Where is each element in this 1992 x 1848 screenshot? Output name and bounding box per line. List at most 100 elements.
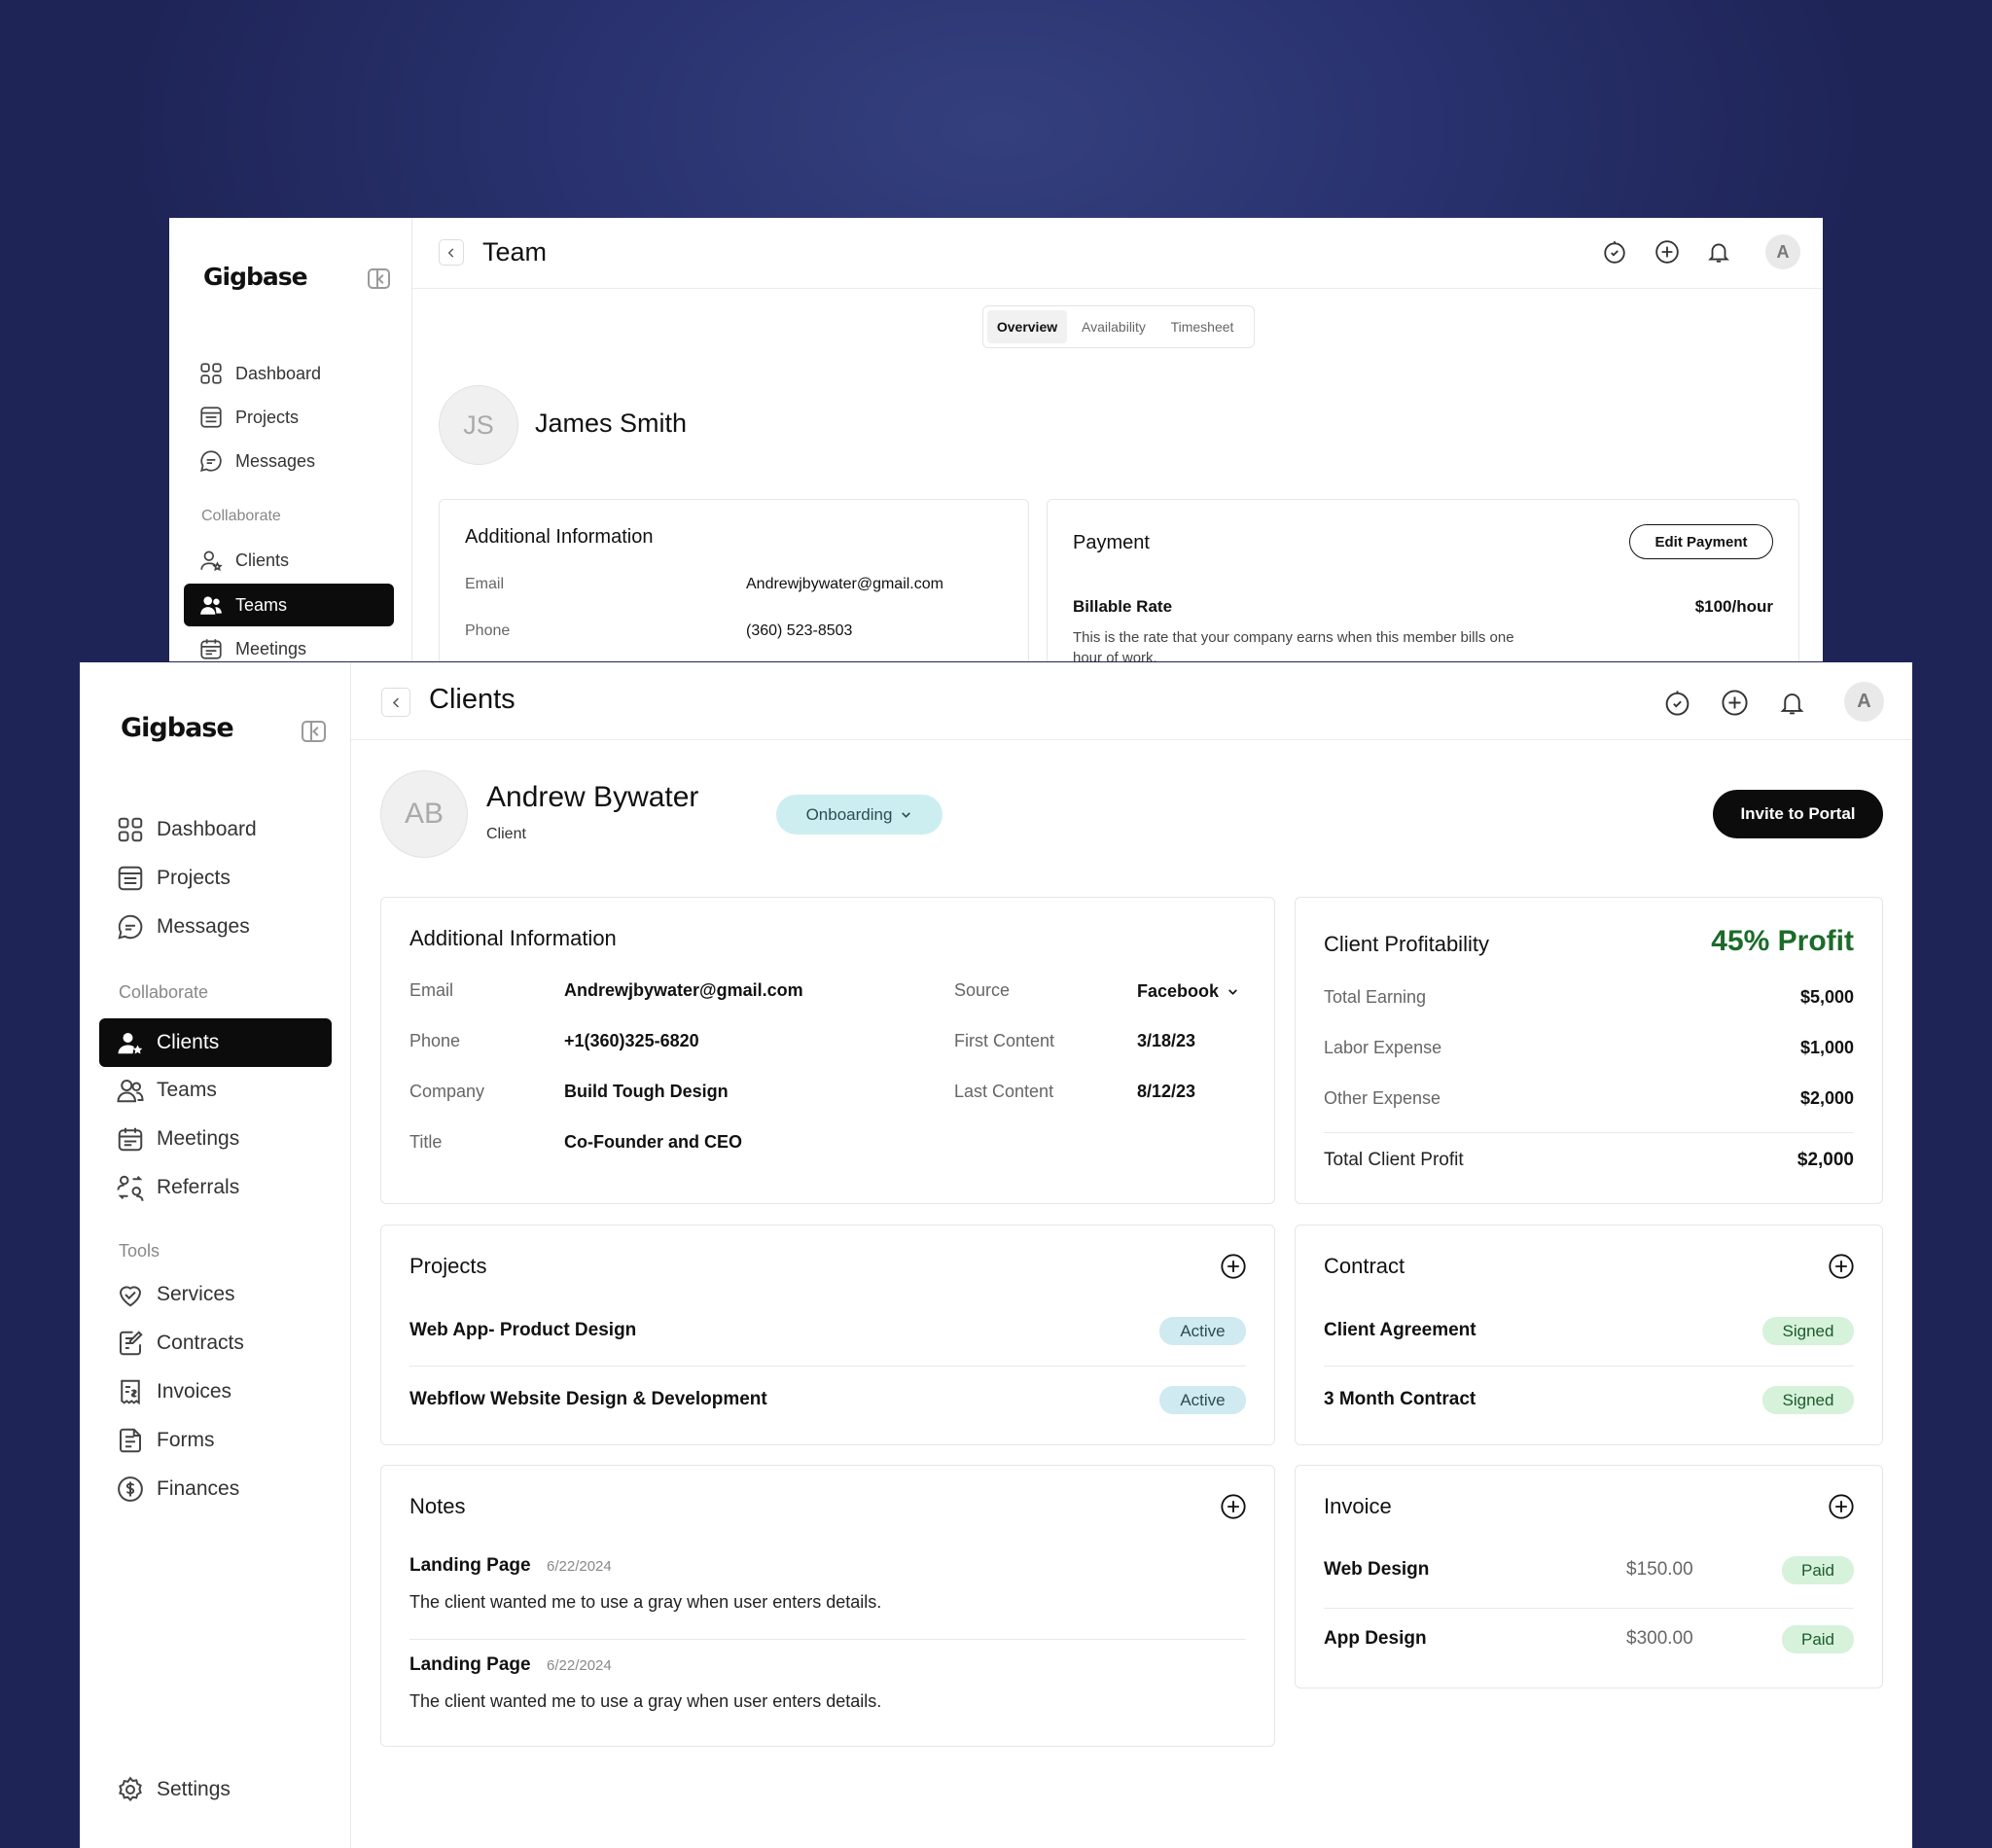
finance-icon — [118, 1476, 143, 1502]
nav-teams[interactable]: Teams — [116, 1073, 217, 1108]
client-icon — [118, 1033, 143, 1054]
payment-card: Payment Edit Payment Billable Rate $100/… — [1047, 499, 1799, 661]
phone-value: (360) 523-8503 — [746, 622, 853, 639]
timer-icon[interactable] — [1662, 688, 1691, 717]
nav-contracts[interactable]: Contracts — [116, 1326, 244, 1361]
add-invoice-icon[interactable] — [1828, 1493, 1855, 1520]
nav-label: Messages — [157, 915, 250, 938]
nav-meetings[interactable]: Meetings — [198, 632, 306, 661]
user-avatar[interactable]: A — [1844, 682, 1884, 722]
message-icon — [200, 450, 222, 472]
nav-referrals[interactable]: Referrals — [116, 1170, 239, 1205]
title-label: Title — [409, 1132, 443, 1152]
projects-icon — [200, 407, 222, 428]
form-icon — [120, 1428, 141, 1453]
dashboard-icon — [118, 817, 143, 842]
note-text: The client wanted me to use a gray when … — [409, 1592, 882, 1612]
invoice-name[interactable]: App Design — [1324, 1628, 1427, 1650]
status-badge: Active — [1159, 1317, 1246, 1345]
client-avatar: AB — [380, 770, 468, 858]
source-dropdown[interactable]: Facebook — [1137, 977, 1239, 1005]
notes-card: Notes Landing Page 6/22/2024 The client … — [380, 1465, 1275, 1747]
first-content-value: 3/18/23 — [1137, 1031, 1196, 1050]
client-role: Client — [486, 826, 526, 842]
source-label: Source — [954, 980, 1011, 1000]
divider — [1324, 1132, 1854, 1133]
nav-meetings[interactable]: Meetings — [116, 1121, 239, 1156]
status-badge: Active — [1159, 1386, 1246, 1414]
back-button[interactable] — [439, 239, 464, 266]
company-value: Build Tough Design — [564, 1082, 729, 1101]
card-title: Notes — [409, 1494, 466, 1518]
card-title: Invoice — [1324, 1494, 1392, 1518]
nav-label: Meetings — [157, 1127, 240, 1150]
nav-clients[interactable]: Clients — [99, 1018, 332, 1067]
sidebar: Gigbase Dashboard Projects Messages Coll… — [80, 662, 351, 1848]
tab-overview[interactable]: Overview — [987, 310, 1067, 343]
invoice-name[interactable]: Web Design — [1324, 1559, 1429, 1581]
edit-payment-button[interactable]: Edit Payment — [1629, 524, 1773, 559]
nav-teams[interactable]: Teams — [184, 584, 394, 626]
email-value: Andrewjbywater@gmail.com — [564, 980, 803, 1000]
tab-availability[interactable]: Availability — [1075, 310, 1153, 343]
message-icon — [118, 914, 143, 940]
note-title: Landing Page — [409, 1555, 531, 1576]
first-content-label: First Content — [954, 1031, 1055, 1050]
total-earning-value: $5,000 — [1799, 987, 1854, 1007]
section-collaborate: Collaborate — [201, 508, 281, 524]
nav-label: Invoices — [157, 1380, 232, 1403]
member-avatar: JS — [439, 385, 518, 465]
sidebar-collapse-icon[interactable] — [368, 268, 390, 289]
nav-settings[interactable]: Settings — [116, 1772, 231, 1807]
note-date: 6/22/2024 — [547, 1657, 612, 1674]
status-dropdown[interactable]: Onboarding — [776, 795, 943, 835]
total-profit-label: Total Client Profit — [1324, 1150, 1464, 1170]
contract-name[interactable]: Client Agreement — [1324, 1320, 1476, 1341]
nav-messages[interactable]: Messages — [116, 909, 250, 944]
add-note-icon[interactable] — [1220, 1493, 1247, 1520]
add-project-icon[interactable] — [1220, 1253, 1247, 1280]
nav-dashboard[interactable]: Dashboard — [198, 357, 321, 390]
nav-projects[interactable]: Projects — [116, 861, 231, 896]
back-button[interactable] — [381, 688, 410, 717]
client-name: Andrew Bywater — [486, 781, 699, 813]
timer-icon[interactable] — [1601, 238, 1628, 266]
nav-projects[interactable]: Projects — [198, 401, 299, 434]
team-window: Gigbase Dashboard Projects Messages Coll… — [169, 218, 1823, 661]
nav-finances[interactable]: Finances — [116, 1472, 239, 1507]
other-expense-value: $2,000 — [1799, 1088, 1854, 1108]
nav-forms[interactable]: Forms — [116, 1423, 215, 1458]
nav-invoices[interactable]: Invoices — [116, 1374, 231, 1409]
sidebar-collapse-icon[interactable] — [302, 721, 326, 742]
tab-timesheet[interactable]: Timesheet — [1158, 310, 1246, 343]
chevron-left-icon — [392, 697, 399, 707]
project-name[interactable]: Webflow Website Design & Development — [409, 1389, 767, 1410]
rate-value: $100/hour — [1694, 597, 1773, 616]
add-icon[interactable] — [1654, 238, 1681, 266]
total-earning-label: Total Earning — [1324, 987, 1427, 1007]
bell-icon[interactable] — [1705, 238, 1732, 266]
add-icon[interactable] — [1720, 688, 1749, 717]
card-title: Additional Information — [465, 526, 654, 548]
chevron-down-icon — [1228, 988, 1237, 995]
profit-percentage: 45% Profit — [1711, 925, 1854, 957]
nav-clients[interactable]: Clients — [198, 544, 289, 577]
status-badge: Paid — [1782, 1625, 1854, 1653]
invoice-card: Invoice Web Design $150.00 Paid App Desi… — [1295, 1465, 1883, 1688]
nav-label: Referrals — [157, 1176, 240, 1198]
project-name[interactable]: Web App- Product Design — [409, 1320, 636, 1341]
phone-label: Phone — [409, 1031, 461, 1050]
invite-to-portal-button[interactable]: Invite to Portal — [1713, 790, 1883, 838]
nav-label: Clients — [235, 550, 290, 570]
nav-messages[interactable]: Messages — [198, 444, 315, 478]
team-icon — [117, 1080, 144, 1103]
contract-name[interactable]: 3 Month Contract — [1324, 1389, 1476, 1410]
profitability-card: Client Profitability 45% Profit Total Ea… — [1295, 897, 1883, 1204]
user-avatar[interactable]: A — [1765, 234, 1800, 269]
nav-services[interactable]: Services — [116, 1277, 235, 1312]
nav-dashboard[interactable]: Dashboard — [116, 812, 257, 847]
bell-icon[interactable] — [1777, 688, 1806, 717]
other-expense-label: Other Expense — [1324, 1088, 1441, 1108]
email-label: Email — [465, 576, 505, 592]
add-contract-icon[interactable] — [1828, 1253, 1855, 1280]
